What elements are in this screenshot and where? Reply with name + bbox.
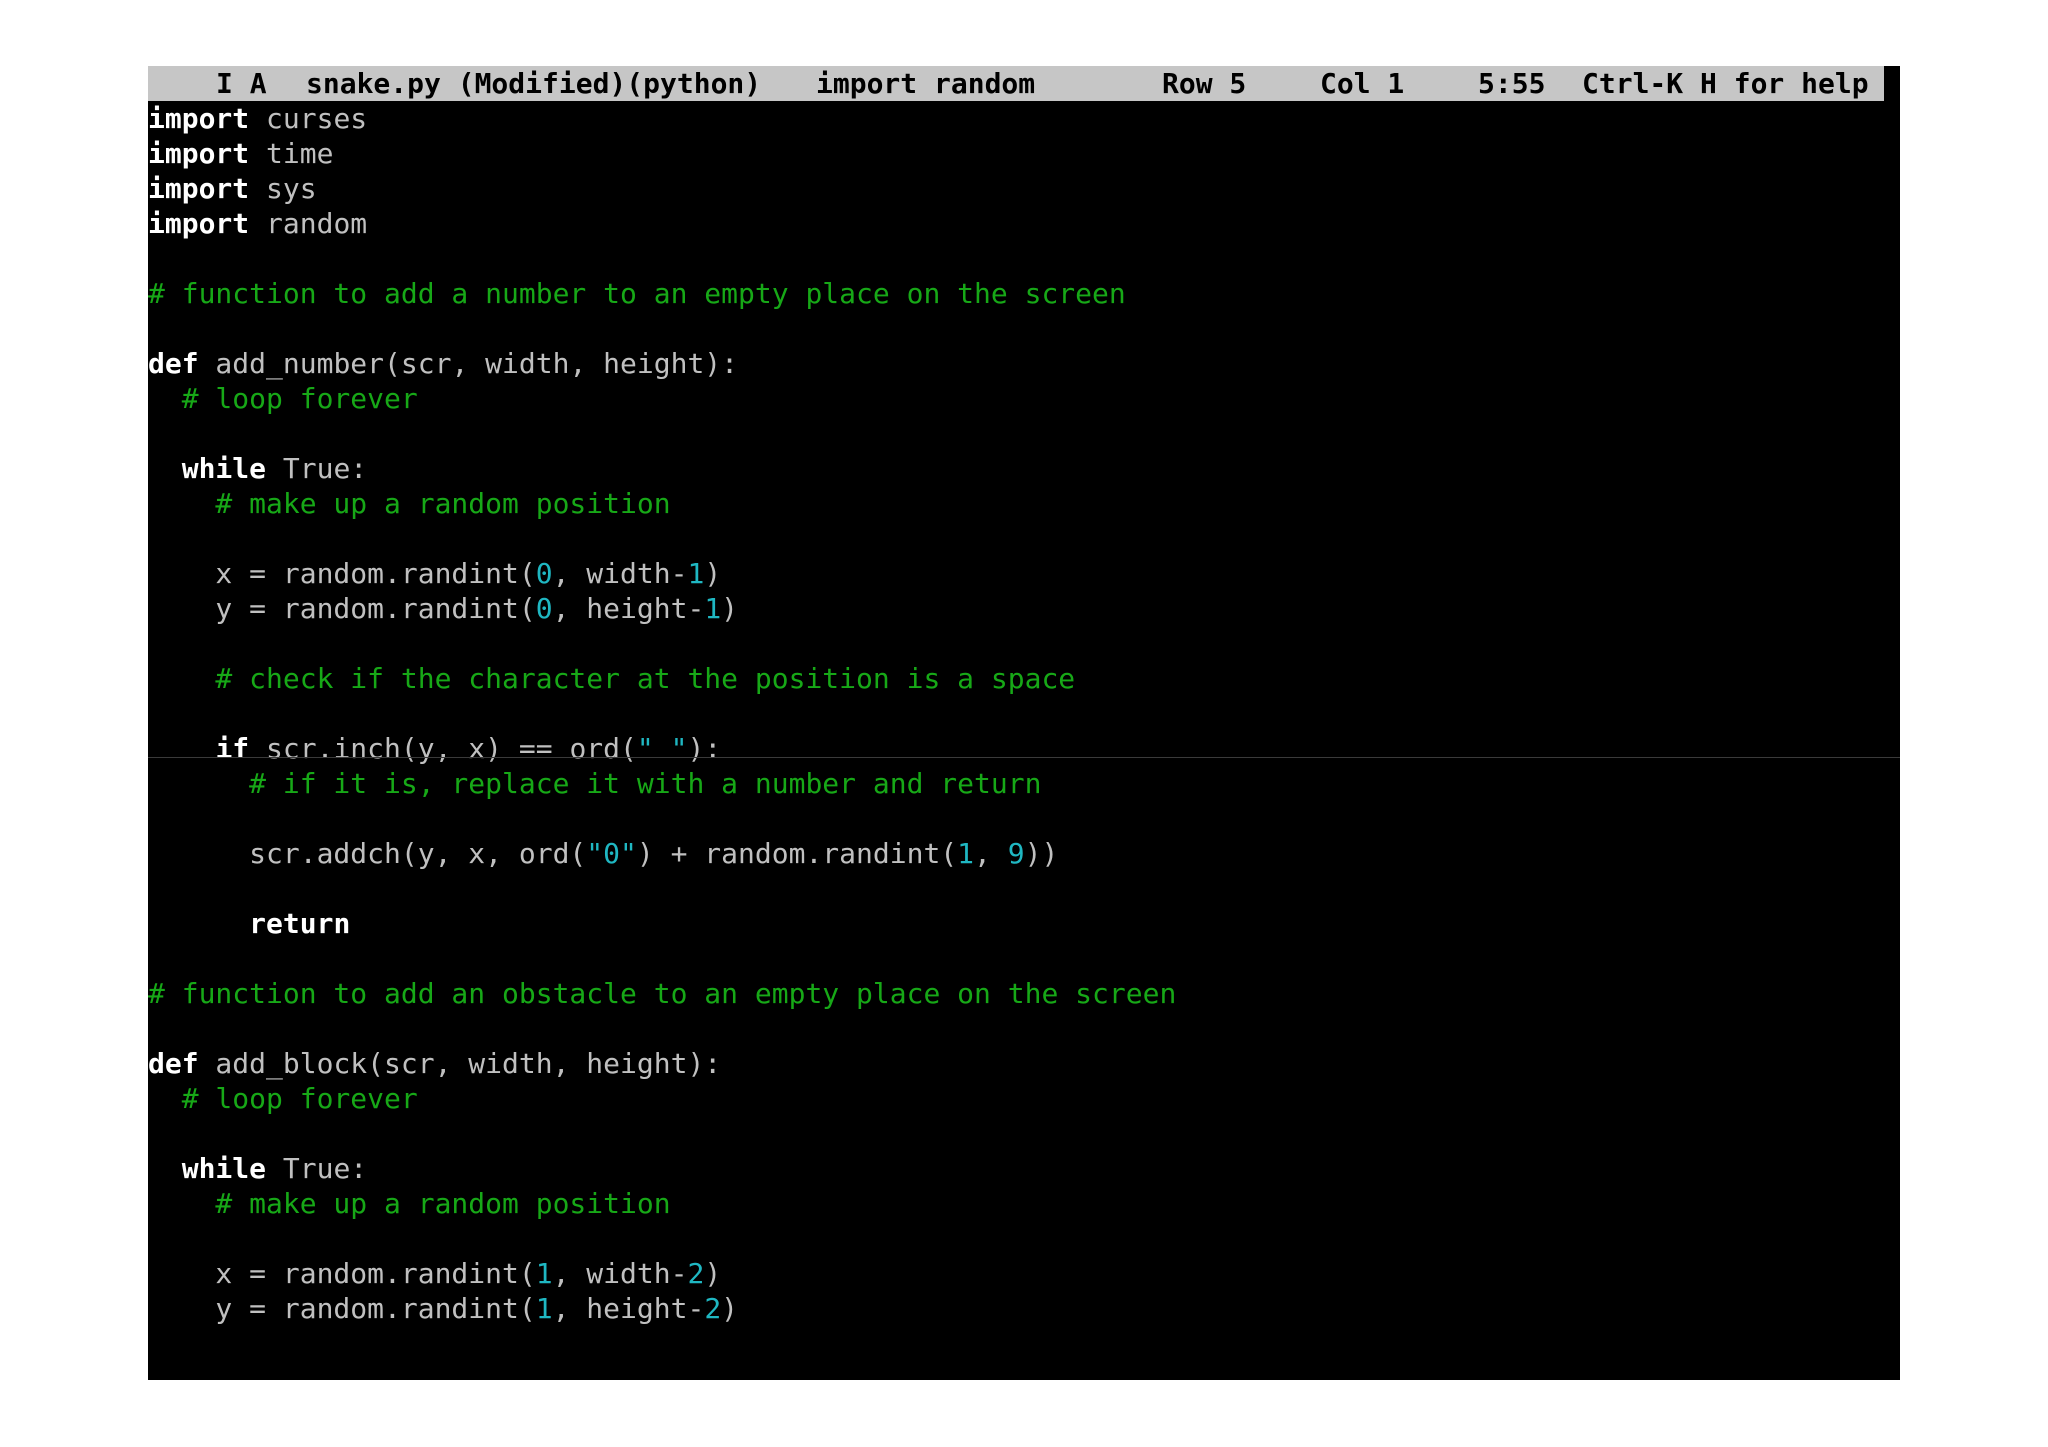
string-literal: " " <box>636 732 688 765</box>
keyword: import <box>148 102 250 135</box>
code-line[interactable]: # loop forever <box>148 1081 418 1116</box>
code-line[interactable]: y = random.randint(1, height-2) <box>148 1291 738 1326</box>
keyword: def <box>148 347 199 380</box>
code-text: scr.inch(y, x) == ord( <box>249 732 637 765</box>
number-literal: 1 <box>535 1292 553 1325</box>
number-literal: 1 <box>535 1257 553 1290</box>
line-separator <box>148 757 1900 758</box>
comment: # loop forever <box>148 1082 418 1115</box>
code-text: ) <box>721 1292 739 1325</box>
keyword: while <box>181 1152 267 1185</box>
code-text: )) <box>1024 837 1059 870</box>
comment: # if it is, replace it with a number and… <box>148 767 1042 800</box>
code-text: , height- <box>552 592 705 625</box>
code-line[interactable]: import curses <box>148 101 367 136</box>
current-line-text: import random <box>816 67 1036 100</box>
keyword: if <box>215 732 250 765</box>
keyword: while <box>181 452 267 485</box>
code-text: ) + random.randint( <box>636 837 958 870</box>
code-line[interactable]: # if it is, replace it with a number and… <box>148 766 1041 801</box>
code-text: time <box>249 137 334 170</box>
code-text: ): <box>687 732 722 765</box>
keyword: import <box>148 172 250 205</box>
code-text: scr.addch(y, x, ord( <box>148 837 587 870</box>
code-line[interactable]: import random <box>148 206 367 241</box>
code-line[interactable]: # make up a random position <box>148 1186 671 1221</box>
comment: # function to add an obstacle to an empt… <box>148 977 1177 1010</box>
editor-status-bar: I A snake.py (Modified)(python) import r… <box>148 66 1884 101</box>
code-line[interactable]: # function to add a number to an empty p… <box>148 276 1126 311</box>
code-line[interactable]: while True: <box>148 1151 367 1186</box>
comment: # function to add a number to an empty p… <box>148 277 1126 310</box>
code-text: , width- <box>552 1257 688 1290</box>
code-text: True: <box>266 1152 368 1185</box>
row-indicator: Row 5 <box>1162 67 1247 100</box>
column-indicator: Col 1 <box>1320 67 1405 100</box>
number-literal: 1 <box>957 837 975 870</box>
code-line[interactable]: # check if the character at the position… <box>148 661 1075 696</box>
code-line[interactable]: scr.addch(y, x, ord("0") + random.randin… <box>148 836 1058 871</box>
keyword: def <box>148 1047 199 1080</box>
number-literal: 0 <box>535 557 553 590</box>
code-text: random <box>249 207 368 240</box>
code-text: y = random.randint( <box>148 592 536 625</box>
code-line[interactable]: def add_number(scr, width, height): <box>148 346 738 381</box>
help-hint: Ctrl-K H for help <box>1582 67 1869 100</box>
number-literal: 1 <box>687 557 705 590</box>
code-text: sys <box>249 172 317 205</box>
code-line[interactable]: x = random.randint(0, width-1) <box>148 556 721 591</box>
code-text: y = random.randint( <box>148 1292 536 1325</box>
code-line[interactable]: import time <box>148 136 333 171</box>
code-text: curses <box>249 102 368 135</box>
clock: 5:55 <box>1478 67 1546 100</box>
code-text: ) <box>704 1257 722 1290</box>
terminal-window: I A snake.py (Modified)(python) import r… <box>148 66 1900 1380</box>
file-name: snake.py (Modified)(python) <box>306 67 762 100</box>
code-text: , width- <box>552 557 688 590</box>
keyword: return <box>249 907 351 940</box>
code-line[interactable]: y = random.randint(0, height-1) <box>148 591 738 626</box>
code-text: x = random.randint( <box>148 1257 536 1290</box>
code-text: add_block(scr, width, height): <box>198 1047 722 1080</box>
code-line[interactable]: # make up a random position <box>148 486 671 521</box>
code-text: , <box>974 837 1008 870</box>
code-line[interactable]: # loop forever <box>148 381 418 416</box>
code-text: add_number(scr, width, height): <box>198 347 739 380</box>
keyword: import <box>148 207 250 240</box>
code-text: ) <box>721 592 739 625</box>
comment: # make up a random position <box>148 487 671 520</box>
keyword: import <box>148 137 250 170</box>
editor-mode-indicator: I A <box>216 67 267 100</box>
code-line[interactable]: return <box>148 906 350 941</box>
code-text: , height- <box>552 1292 705 1325</box>
code-text: True: <box>266 452 368 485</box>
comment: # make up a random position <box>148 1187 671 1220</box>
code-line[interactable]: while True: <box>148 451 367 486</box>
number-literal: 1 <box>704 592 722 625</box>
string-literal: "0" <box>586 837 637 870</box>
code-line[interactable]: import sys <box>148 171 317 206</box>
number-literal: 9 <box>1007 837 1025 870</box>
number-literal: 0 <box>535 592 553 625</box>
code-line[interactable]: # function to add an obstacle to an empt… <box>148 976 1176 1011</box>
code-text: ) <box>704 557 722 590</box>
comment: # check if the character at the position… <box>148 662 1076 695</box>
number-literal: 2 <box>704 1292 722 1325</box>
code-line[interactable]: def add_block(scr, width, height): <box>148 1046 721 1081</box>
code-line[interactable]: if scr.inch(y, x) == ord(" "): <box>148 731 721 766</box>
code-line[interactable]: x = random.randint(1, width-2) <box>148 1256 721 1291</box>
number-literal: 2 <box>687 1257 705 1290</box>
comment: # loop forever <box>148 382 418 415</box>
code-text: x = random.randint( <box>148 557 536 590</box>
